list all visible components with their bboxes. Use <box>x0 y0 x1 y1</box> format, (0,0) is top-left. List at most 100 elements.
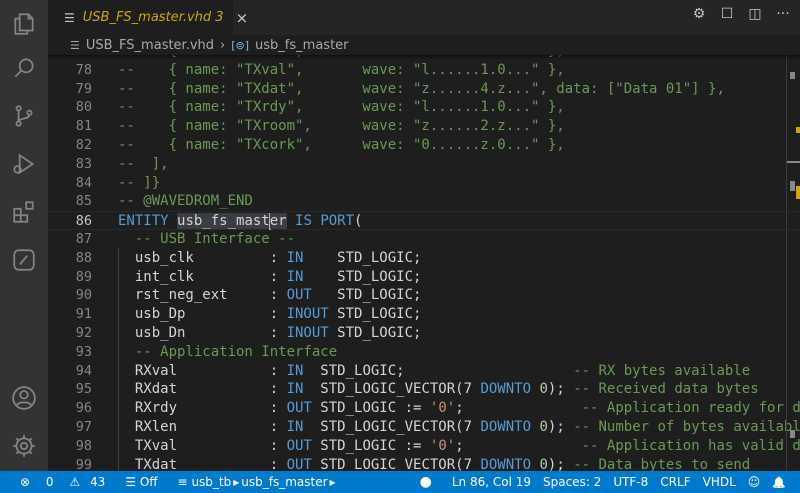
text-token: STD_LOGIC; <box>328 324 422 341</box>
line-text: -- { name: "TXroom", wave: "z......2.z..… <box>118 117 565 136</box>
vertical-scrollbar[interactable] <box>786 55 800 471</box>
code-line[interactable]: 95 RXdat : IN STD_LOGIC_VECTOR(7 DOWNTO … <box>48 380 800 399</box>
code-line[interactable]: 78 -- { name: "TXval", wave: "l......1.0.… <box>48 61 800 80</box>
code-line[interactable]: 83 -- ], <box>48 155 800 174</box>
line-number: 79 <box>75 80 92 97</box>
code-line[interactable]: 99 TXdat : OUT STD_LOGIC_VECTOR(7 DOWNTO… <box>48 456 800 471</box>
warning-count: 43 <box>89 475 106 489</box>
code-line[interactable]: 79 -- { name: "TXdat", wave: "z......4.z.… <box>48 80 800 99</box>
line-number: 85 <box>75 193 92 210</box>
account-icon[interactable] <box>0 374 48 422</box>
highlighted-token: er <box>269 213 287 230</box>
arrow-right-icon: ▸ <box>329 475 336 489</box>
record-dot-icon[interactable]: ● <box>420 474 432 490</box>
keyword-token: INOUT <box>286 306 329 323</box>
line-text: -- ], <box>118 155 169 174</box>
code-line[interactable]: 93 -- Application Interface <box>48 343 800 362</box>
code-editor[interactable]: 77 -- { name: "RXlen", wave: "z......55z.… <box>48 55 800 471</box>
settings-gear-icon[interactable] <box>0 422 48 470</box>
code-line[interactable]: 87 -- USB Interface -- <box>48 230 800 249</box>
code-line[interactable]: 84 -- ]} <box>48 174 800 193</box>
tab-problem-count: 3 <box>215 10 224 25</box>
hierarchy-breadcrumb[interactable]: ≡ usb_tb ▸ usb_fs_master ▸ <box>178 475 338 489</box>
line-number: 91 <box>75 306 92 323</box>
code-line[interactable]: 90 rst_neg_ext : OUT STD_LOGIC; <box>48 286 800 305</box>
line-ending[interactable]: CRLF <box>660 475 690 489</box>
text-token: STD_LOGIC; <box>303 249 422 266</box>
line-number: 96 <box>75 400 92 417</box>
line-text: -- { name: "TXcork", wave: "0......z.0..… <box>118 136 565 155</box>
tab-usb-fs-master[interactable]: ☰ USB_FS_master.vhd 3 × <box>48 0 248 35</box>
code-line[interactable]: 94 RXval : IN STD_LOGIC; -- RX bytes ava… <box>48 362 800 381</box>
code-line[interactable]: 88 usb_clk : IN STD_LOGIC; <box>48 249 800 268</box>
code-line[interactable]: 80 -- { name: "TXrdy", wave: "l......1.0.… <box>48 98 800 117</box>
code-line[interactable]: 89 int_clk : IN STD_LOGIC; <box>48 268 800 287</box>
comment-token: -- RX bytes available <box>573 362 751 379</box>
close-icon[interactable]: × <box>236 9 249 27</box>
gear-icon[interactable]: ⚙ <box>690 6 708 22</box>
line-number: 88 <box>75 249 92 266</box>
code-line[interactable]: 82 -- { name: "TXcork", wave: "0......z.0… <box>48 136 800 155</box>
text-token: rst_neg_ext : <box>118 287 287 304</box>
cursor-position[interactable]: Ln 86, Col 19 <box>452 475 531 489</box>
code-line[interactable]: 96 RXrdy : OUT STD_LOGIC := '0'; -- Appl… <box>48 399 800 418</box>
line-number: 77 <box>48 55 92 61</box>
code-line[interactable]: 91 usb_Dp : INOUT STD_LOGIC; <box>48 305 800 324</box>
text-token: ; <box>455 437 582 454</box>
line-number: 87 <box>75 230 92 247</box>
split-editor-icon[interactable]: ◫ <box>746 6 764 22</box>
comment-token: -- { name: "TXcork", wave: "0......z.0..… <box>118 136 565 153</box>
wavedrom-icon[interactable] <box>0 236 48 284</box>
hierarchy-item: usb_tb <box>191 475 232 489</box>
text-token: STD_LOGIC; <box>328 306 422 323</box>
code-line[interactable]: 92 usb_Dn : INOUT STD_LOGIC; <box>48 324 800 343</box>
text-token: TXval : <box>118 437 287 454</box>
keyword-token: IN <box>286 418 304 435</box>
source-control-icon[interactable] <box>0 92 48 140</box>
code-line[interactable]: 86 ENTITY usb_fs_master IS PORT( <box>48 211 800 230</box>
text-token: usb_clk : <box>118 249 287 266</box>
keyword-token: IS PORT <box>295 213 355 230</box>
breadcrumb: ☰ USB_FS_master.vhd › [⊜] usb_fs_master <box>48 35 800 55</box>
indentation[interactable]: Spaces: 2 <box>543 475 601 489</box>
watch-indicator[interactable]: ☰ Off <box>125 475 157 489</box>
breadcrumb-file[interactable]: USB_FS_master.vhd <box>86 38 214 53</box>
code-line[interactable]: 77 -- { name: "RXlen", wave: "z......55z.… <box>48 55 800 61</box>
preview-icon[interactable]: ☐ <box>718 6 736 22</box>
problems-indicator[interactable]: ⊗ 0 ⚠ 43 <box>14 475 105 489</box>
explorer-icon[interactable] <box>0 0 48 48</box>
line-text: TXdat : OUT STD_LOGIC_VECTOR(7 DOWNTO 0)… <box>118 456 750 471</box>
keyword-token: DOWNTO <box>480 456 532 471</box>
line-text: ENTITY usb_fs_master IS PORT( <box>118 212 362 231</box>
code-line[interactable]: 98 TXval : OUT STD_LOGIC := '0'; -- Appl… <box>48 437 800 456</box>
line-text: usb_Dp : INOUT STD_LOGIC; <box>118 305 422 324</box>
chevron-right-icon: › <box>220 37 226 53</box>
more-actions-icon[interactable]: ··· <box>774 6 792 22</box>
run-debug-icon[interactable] <box>0 140 48 188</box>
line-number: 89 <box>75 268 92 285</box>
line-number: 94 <box>75 362 92 379</box>
tree-icon: ≡ <box>177 475 188 489</box>
code-line[interactable]: 81 -- { name: "TXroom", wave: "z......2.z… <box>48 117 800 136</box>
search-icon[interactable] <box>0 44 48 92</box>
extensions-icon[interactable] <box>0 188 48 236</box>
line-text: -- { name: "TXdat", wave: "z......4.z...… <box>118 80 725 99</box>
code-line[interactable]: 97 RXlen : IN STD_LOGIC_VECTOR(7 DOWNTO … <box>48 418 800 437</box>
editor-actions: ⚙ ☐ ◫ ··· <box>690 6 792 22</box>
warning-marker <box>796 127 800 133</box>
line-number: 86 <box>75 213 92 230</box>
bell-icon[interactable]: 🔔 <box>772 476 786 489</box>
line-number: 81 <box>75 118 92 135</box>
code-line[interactable]: 85 -- @WAVEDROM_END <box>48 192 800 211</box>
text-token: ); <box>547 381 574 398</box>
feedback-icon[interactable]: ☺ <box>748 475 761 489</box>
encoding[interactable]: UTF-8 <box>613 475 648 489</box>
language-mode[interactable]: VHDL <box>703 475 736 489</box>
breadcrumb-symbol[interactable]: usb_fs_master <box>255 38 348 53</box>
text-token: STD_LOGIC_VECTOR(7 <box>311 456 481 471</box>
scroll-marker <box>790 181 795 191</box>
error-count: 0 <box>45 475 54 489</box>
comment-token: -- Data bytes to send <box>573 456 751 471</box>
